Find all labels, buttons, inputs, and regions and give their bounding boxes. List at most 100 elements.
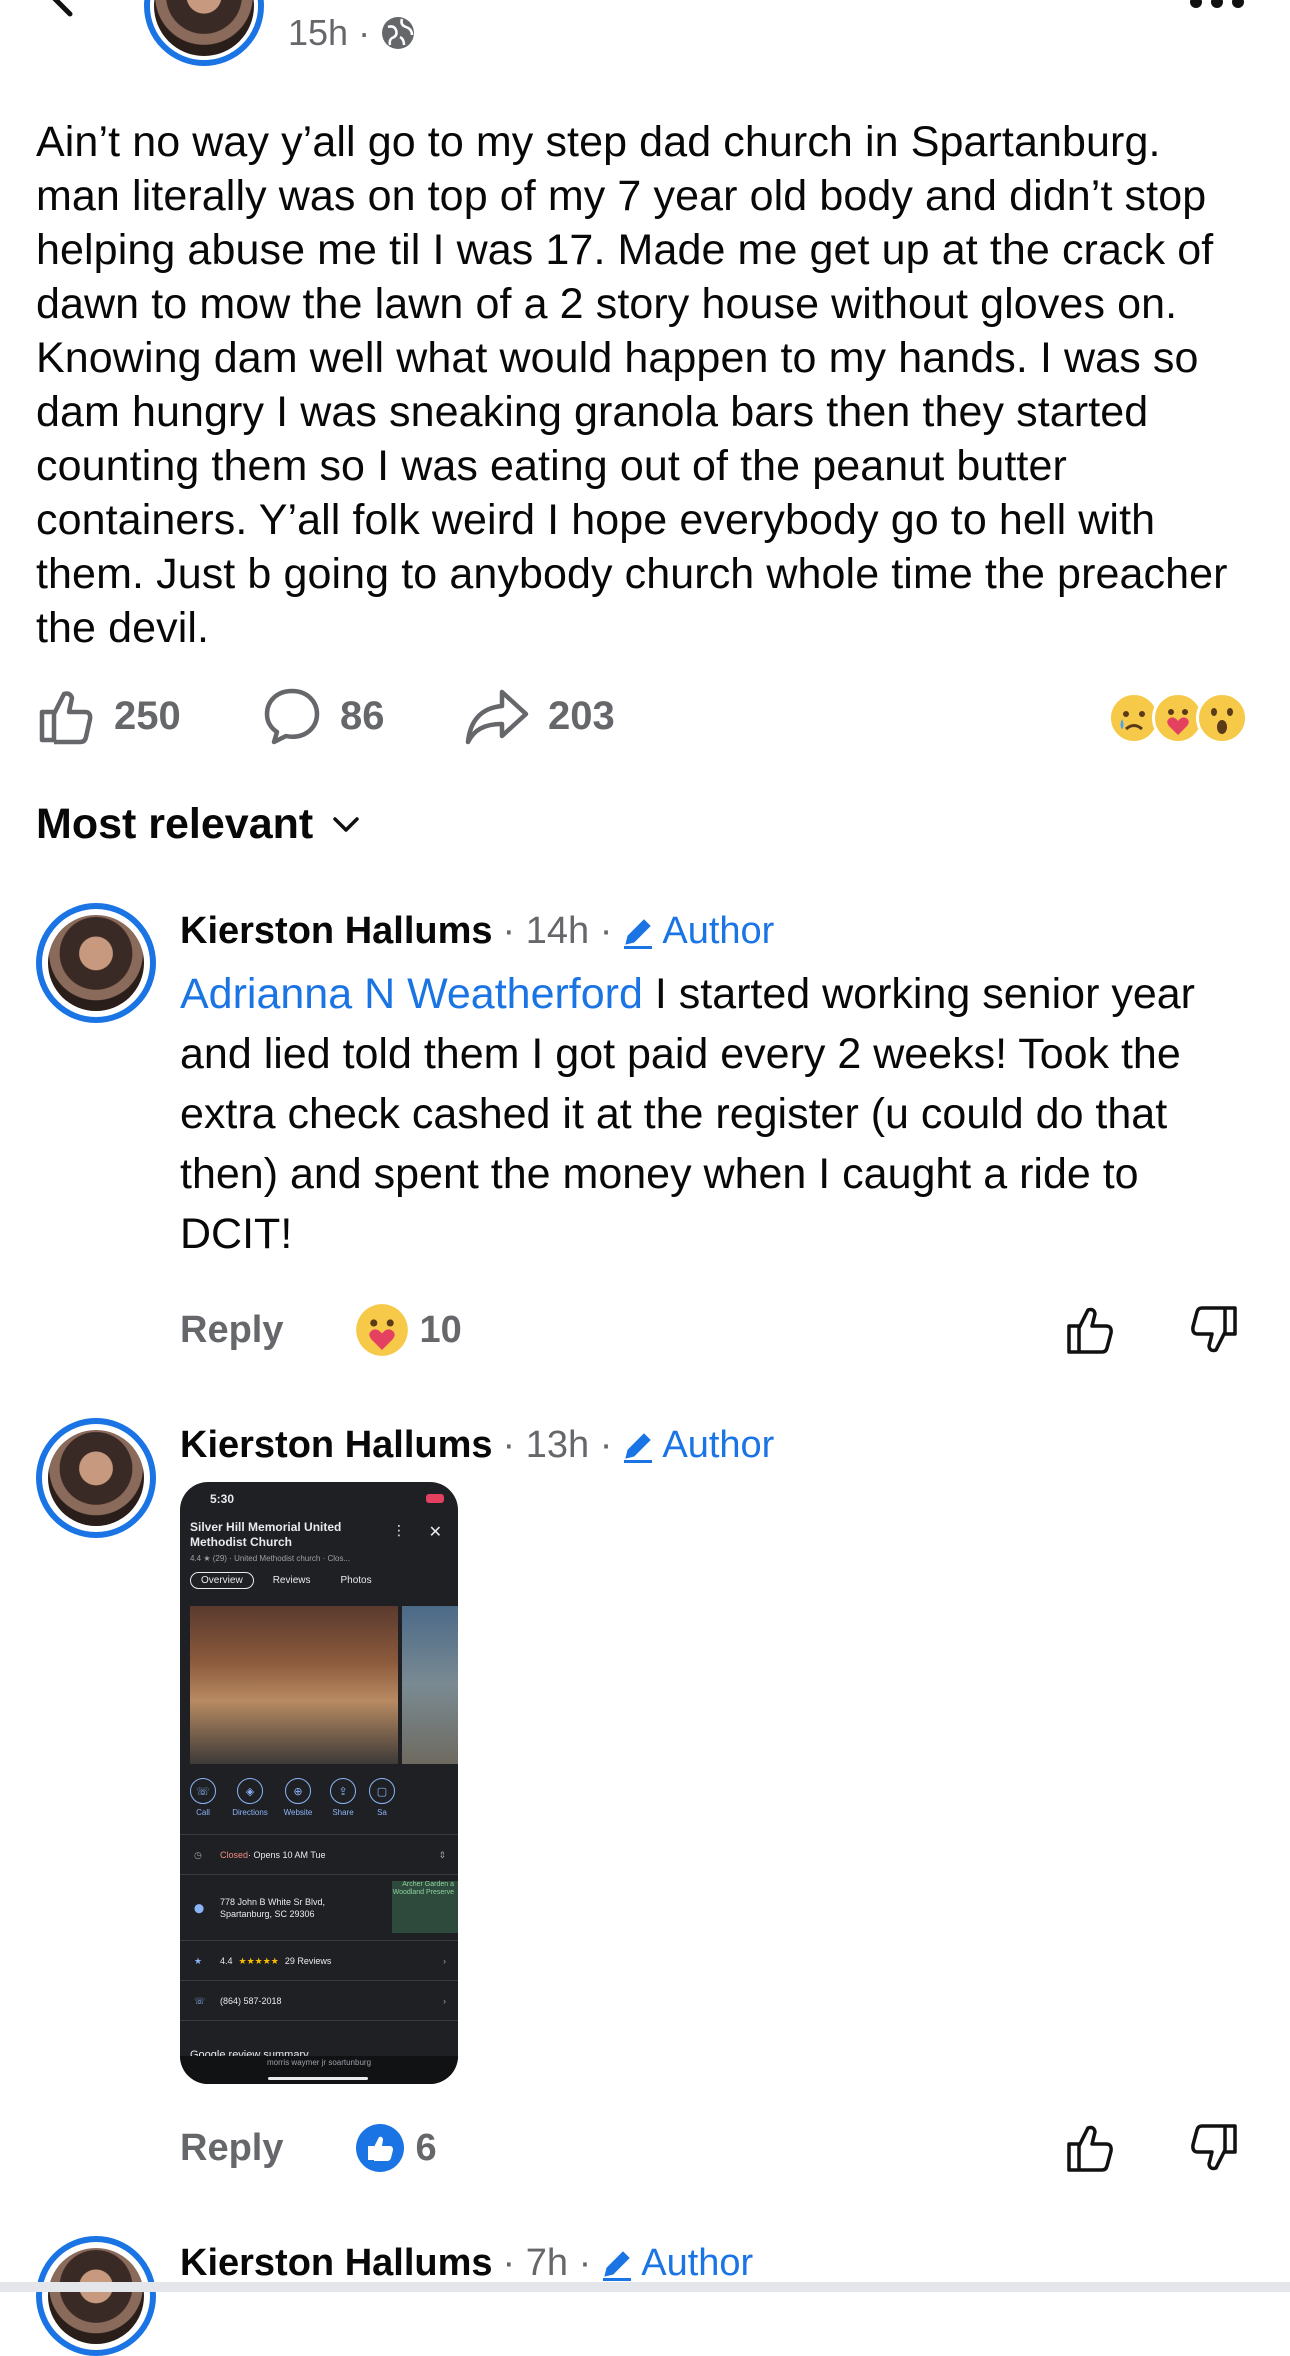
hours-row: ◷ Closed · Opens 10 AM Tue ⇕: [180, 1834, 458, 1875]
comment-count: 86: [340, 693, 385, 738]
share-button[interactable]: 203: [464, 686, 615, 746]
downvote-icon[interactable]: [1184, 1302, 1240, 1358]
author-badge: Author: [599, 2242, 753, 2285]
mention-link[interactable]: Adrianna N Weatherford: [180, 970, 643, 1018]
wow-emoji-icon: [1196, 692, 1248, 744]
mini-map: Archer Garden a Woodland Preserve: [392, 1881, 458, 1933]
church-interior-photo: [190, 1606, 398, 1764]
author-badge: Author: [620, 1424, 774, 1467]
home-indicator: [268, 2077, 368, 2080]
chevron-right-icon: ›: [443, 1996, 446, 2006]
website-label: Website: [283, 1808, 313, 1817]
comment-header: Kierston Hallums · 14h · Author: [180, 910, 774, 953]
star-icon: ★: [194, 1955, 203, 1966]
location-pin-icon: ⬤: [194, 1902, 205, 1913]
reply-button[interactable]: Reply: [180, 2127, 283, 2170]
thumbs-up-icon: [39, 691, 93, 745]
tab-photos: Photos: [340, 1575, 372, 1586]
chevron-right-icon: ›: [443, 1956, 446, 1966]
comment-text: Adrianna N Weatherford I started working…: [180, 964, 1240, 1264]
comment-avatar[interactable]: [36, 2236, 156, 2356]
sort-label: Most relevant: [36, 800, 314, 848]
comment-button[interactable]: 86: [262, 686, 385, 746]
author-badge-label: Author: [641, 2242, 754, 2284]
comment-sort-dropdown[interactable]: Most relevant: [36, 800, 361, 849]
share-count: 203: [548, 693, 615, 738]
comment-header: Kierston Hallums · 13h · Author: [180, 1424, 774, 1467]
reviews-count: 29 Reviews: [284, 1956, 332, 1966]
share-label: Share: [332, 1808, 354, 1817]
post-author-avatar[interactable]: [144, 0, 264, 66]
more-vertical-icon: ⋮: [392, 1522, 406, 1538]
commenter-name[interactable]: Kierston Hallums: [180, 910, 493, 953]
upvote-icon[interactable]: [1064, 1302, 1120, 1358]
phone-icon: ☏: [194, 1995, 206, 2006]
comment-avatar[interactable]: [36, 903, 156, 1023]
tab-overview: Overview: [190, 1572, 254, 1589]
post-time: 15h: [288, 12, 349, 53]
phone-number: (864) 587-2018: [220, 1996, 282, 2006]
status-time: 5:30: [210, 1492, 235, 1506]
clock-icon: ◷: [194, 1849, 202, 1860]
comment-actions: Reply 6: [180, 2118, 1240, 2178]
like-reaction-icon: [356, 2124, 405, 2172]
phone-icon: ☏: [190, 1778, 216, 1804]
comment-reaction-count: 6: [415, 2126, 437, 2169]
like-button[interactable]: 250: [36, 686, 181, 746]
downvote-icon[interactable]: [1184, 2120, 1240, 2176]
comment-time: · 7h ·: [502, 2242, 592, 2284]
pencil-icon: [624, 1432, 653, 1463]
rating-row: ★ 4.4 ★★★★★ 29 Reviews ›: [180, 1940, 458, 1981]
review-summary-row: Google review summary: [180, 2020, 458, 2061]
church-exterior-photo: [402, 1606, 458, 1764]
place-name: Silver Hill Memorial United Methodist Ch…: [190, 1520, 342, 1549]
attached-image[interactable]: 5:30 Silver Hill Memorial United Methodi…: [180, 1482, 458, 2084]
share-icon: ⇪: [330, 1778, 356, 1804]
directions-icon: ◈: [237, 1778, 263, 1804]
action-buttons: ☏ Call ◈ Directions ⊕ Website ⇪ Share ▢ Sa: [188, 1778, 395, 1817]
rating-value: 4.4: [220, 1956, 233, 1966]
close-icon: ✕: [428, 1524, 442, 1541]
commenter-name[interactable]: Kierston Hallums: [180, 2242, 493, 2285]
comment-avatar[interactable]: [36, 1418, 156, 1538]
chevron-down-icon: [333, 816, 359, 832]
address-text: 778 John B White Sr Blvd, Spartanburg, S…: [220, 1897, 326, 1919]
tabs: Overview Reviews Photos: [190, 1572, 383, 1589]
globe-icon: [382, 17, 415, 49]
directions-label: Directions: [232, 1808, 268, 1817]
expand-icon: ⇕: [438, 1849, 446, 1860]
search-text: morris waymer jr soartunburg: [266, 2058, 372, 2067]
post-timestamp: 15h ·: [288, 12, 416, 54]
address-row: ⬤ 778 John B White Sr Blvd, Spartanburg,…: [180, 1874, 458, 1941]
rating-line: 4.4 ★ (29) · United Methodist church · C…: [190, 1554, 351, 1563]
author-badge: Author: [620, 910, 774, 953]
bottom-edge: [0, 2282, 1290, 2292]
pencil-icon: [624, 918, 653, 949]
comment-bubble-icon: [264, 688, 320, 745]
website-icon: ⊕: [285, 1778, 311, 1804]
back-chevron-icon[interactable]: [40, 0, 84, 18]
rating-stars: ★★★★★: [238, 1955, 279, 1966]
battery-icon: [426, 1494, 444, 1503]
care-emoji-icon: [356, 1304, 409, 1356]
like-count: 250: [114, 693, 181, 738]
reply-button[interactable]: Reply: [180, 1309, 283, 1352]
save-icon: ▢: [369, 1778, 395, 1804]
commenter-name[interactable]: Kierston Hallums: [180, 1424, 493, 1467]
save-label: Sa: [377, 1808, 387, 1817]
call-label: Call: [196, 1808, 210, 1817]
comment-time: · 13h ·: [502, 1424, 613, 1466]
pencil-icon: [603, 2250, 632, 2281]
post-body-text: Ain’t no way y’all go to my step dad chu…: [36, 118, 1228, 652]
comment-actions: Reply 10: [180, 1300, 1240, 1360]
share-arrow-icon: [465, 689, 529, 745]
hours-closed: Closed: [220, 1850, 249, 1860]
map-label: Archer Garden a Woodland Preserve: [392, 1881, 454, 1896]
reaction-summary[interactable]: [1108, 692, 1248, 744]
more-options-icon[interactable]: [1190, 0, 1244, 8]
upvote-icon[interactable]: [1064, 2120, 1120, 2176]
comment-header: Kierston Hallums · 7h · Author: [180, 2242, 753, 2285]
comment-time: · 14h ·: [502, 910, 613, 952]
hours-open: · Opens 10 AM Tue: [248, 1850, 326, 1860]
comment-reaction-count: 10: [419, 1308, 462, 1351]
